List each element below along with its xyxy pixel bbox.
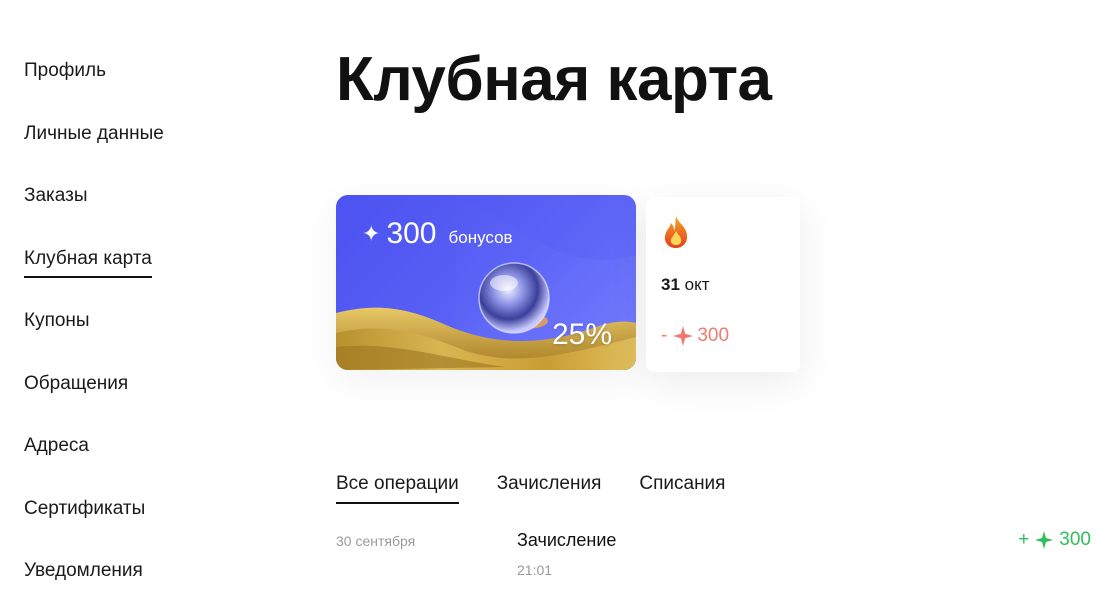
- operations-tabs: Все операции Зачисления Списания: [336, 470, 763, 504]
- expiry-value: 300: [697, 325, 730, 346]
- sidebar-item-addresses[interactable]: Адреса: [24, 431, 244, 494]
- operation-sign: +: [1018, 529, 1030, 550]
- operation-title: Зачисление: [517, 530, 617, 550]
- sidebar-item-label: Заказы: [24, 185, 88, 206]
- operation-amount: + 300: [1018, 529, 1091, 551]
- sidebar-item-label: Купоны: [24, 310, 90, 331]
- expiry-month: окт: [684, 275, 710, 294]
- tab-credits[interactable]: Зачисления: [497, 470, 602, 504]
- sidebar-item-label: Уведомления: [24, 560, 143, 581]
- bonus-label: бонусов: [448, 228, 513, 247]
- star-icon: [673, 326, 694, 346]
- discount-percent: 25%: [551, 318, 612, 351]
- page-title: Клубная карта: [336, 45, 772, 114]
- sidebar-item-club-card[interactable]: Клубная карта: [24, 244, 244, 307]
- sidebar-item-profile[interactable]: Профиль: [24, 56, 244, 119]
- star-icon: [1035, 531, 1054, 549]
- sidebar-item-label: Адреса: [24, 435, 89, 456]
- bonus-amount: 300: [386, 217, 437, 250]
- sidebar-item-label: Клубная карта: [24, 244, 152, 278]
- bonus-expiry-card: 31 окт - 300: [646, 197, 800, 372]
- sidebar-item-label: Сертификаты: [24, 497, 146, 519]
- expiry-sign: -: [661, 325, 668, 346]
- sidebar-item-personal-data[interactable]: Личные данные: [24, 119, 244, 182]
- sidebar-item-label: Профиль: [24, 60, 107, 81]
- expiry-amount: - 300: [661, 325, 729, 347]
- operation-time: 21:01: [517, 562, 553, 578]
- sidebar-item-label: Обращения: [24, 372, 129, 394]
- tab-all-operations[interactable]: Все операции: [336, 470, 459, 504]
- fire-icon: [664, 216, 688, 248]
- sidebar-item-certificates[interactable]: Сертификаты: [24, 494, 244, 557]
- tab-debits[interactable]: Списания: [639, 470, 725, 504]
- sidebar-item-label: Личные данные: [24, 122, 164, 144]
- club-card[interactable]: ✦ 300 бонусов 25%: [336, 195, 636, 370]
- sparkle-icon: ✦: [362, 221, 381, 246]
- expiry-date: 31 окт: [661, 275, 710, 295]
- profile-sidebar: Профиль Личные данные Заказы Клубная кар…: [24, 56, 244, 601]
- sidebar-item-orders[interactable]: Заказы: [24, 181, 244, 244]
- card-bonus-balance: ✦ 300 бонусов: [362, 217, 513, 251]
- sidebar-item-notifications[interactable]: Уведомления: [24, 556, 244, 601]
- club-card-page: Профиль Личные данные Заказы Клубная кар…: [0, 0, 1120, 601]
- operation-value: 300: [1059, 529, 1091, 550]
- expiry-day: 31: [661, 275, 680, 294]
- sidebar-item-requests[interactable]: Обращения: [24, 369, 244, 432]
- sidebar-item-coupons[interactable]: Купоны: [24, 306, 244, 369]
- operation-date: 30 сентября: [336, 533, 416, 549]
